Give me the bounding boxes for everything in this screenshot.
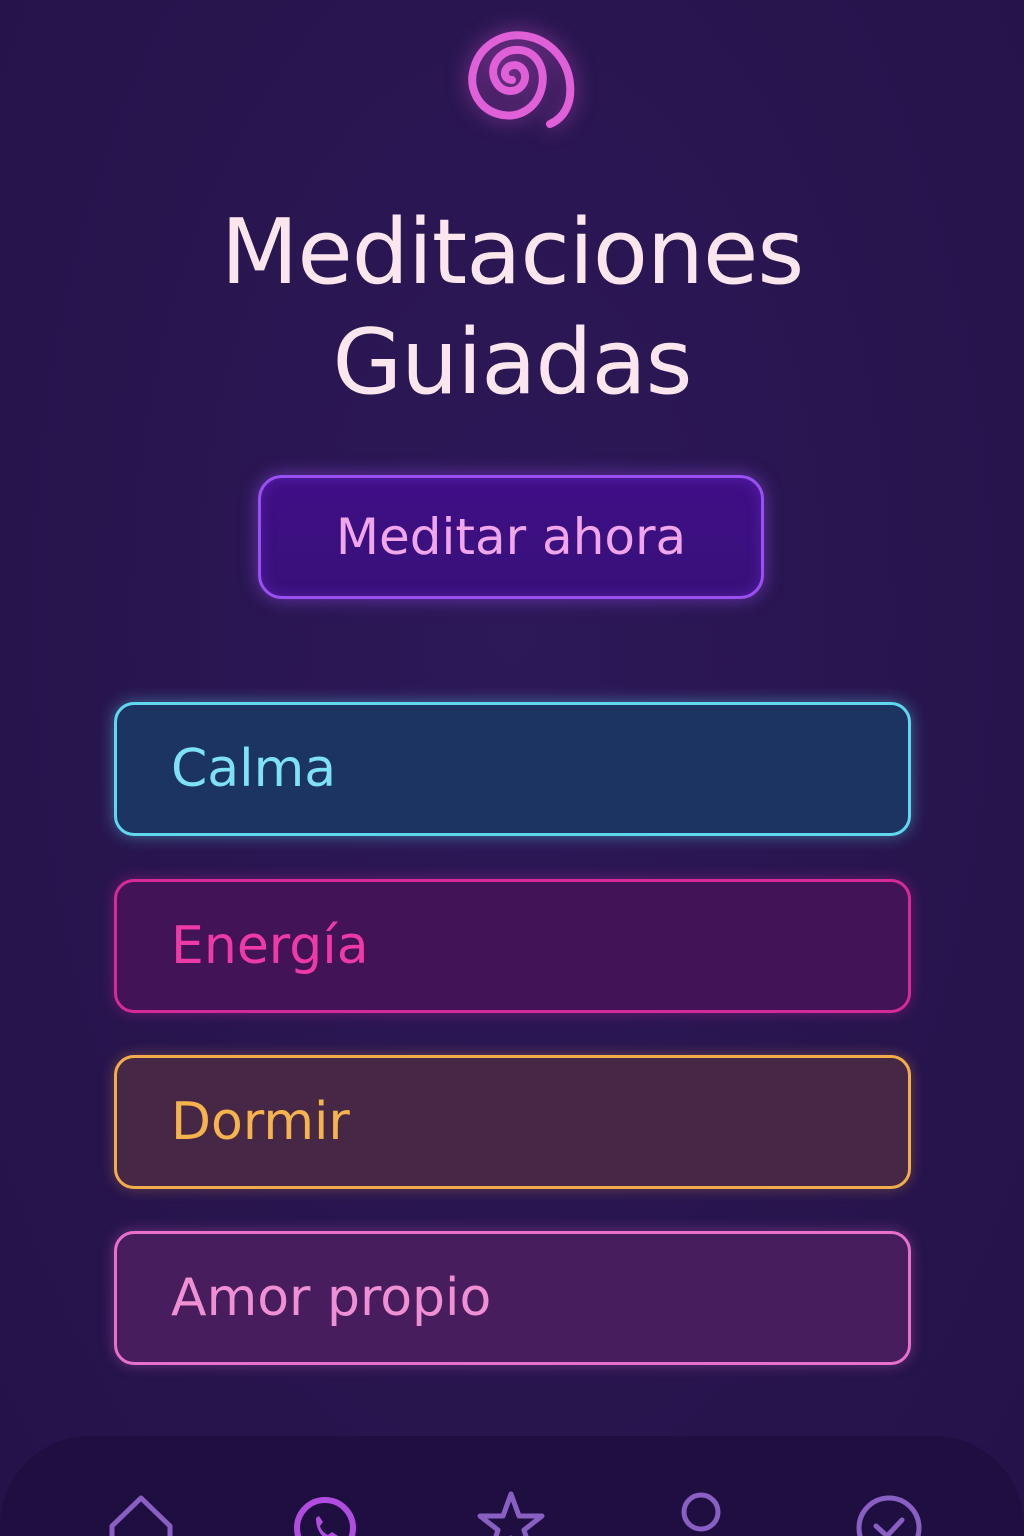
meditate-now-button[interactable]: Meditar ahora xyxy=(258,475,764,599)
category-dormir-button[interactable]: Dormir xyxy=(114,1055,911,1189)
category-calma-button[interactable]: Calma xyxy=(114,702,911,836)
category-label: Dormir xyxy=(171,1092,350,1152)
bottom-nav-bar xyxy=(0,1436,1024,1536)
category-amor-propio-button[interactable]: Amor propio xyxy=(114,1231,911,1365)
category-label: Energía xyxy=(171,916,369,976)
category-label: Amor propio xyxy=(171,1268,492,1328)
check-circle-icon[interactable] xyxy=(854,1488,924,1536)
page-title-line1: Meditaciones xyxy=(220,200,804,305)
spiral-icon xyxy=(442,18,582,138)
home-icon[interactable] xyxy=(106,1488,176,1536)
category-energia-button[interactable]: Energía xyxy=(114,879,911,1013)
category-label: Calma xyxy=(171,739,337,799)
phone-circle-icon[interactable] xyxy=(290,1488,360,1536)
page-title: Meditaciones Guiadas xyxy=(0,198,1024,418)
star-icon[interactable] xyxy=(476,1488,546,1536)
page-title-line2: Guiadas xyxy=(332,310,692,415)
app-screen: Meditaciones Guiadas Meditar ahora Calma… xyxy=(0,0,1024,1536)
profile-icon[interactable] xyxy=(666,1488,736,1536)
